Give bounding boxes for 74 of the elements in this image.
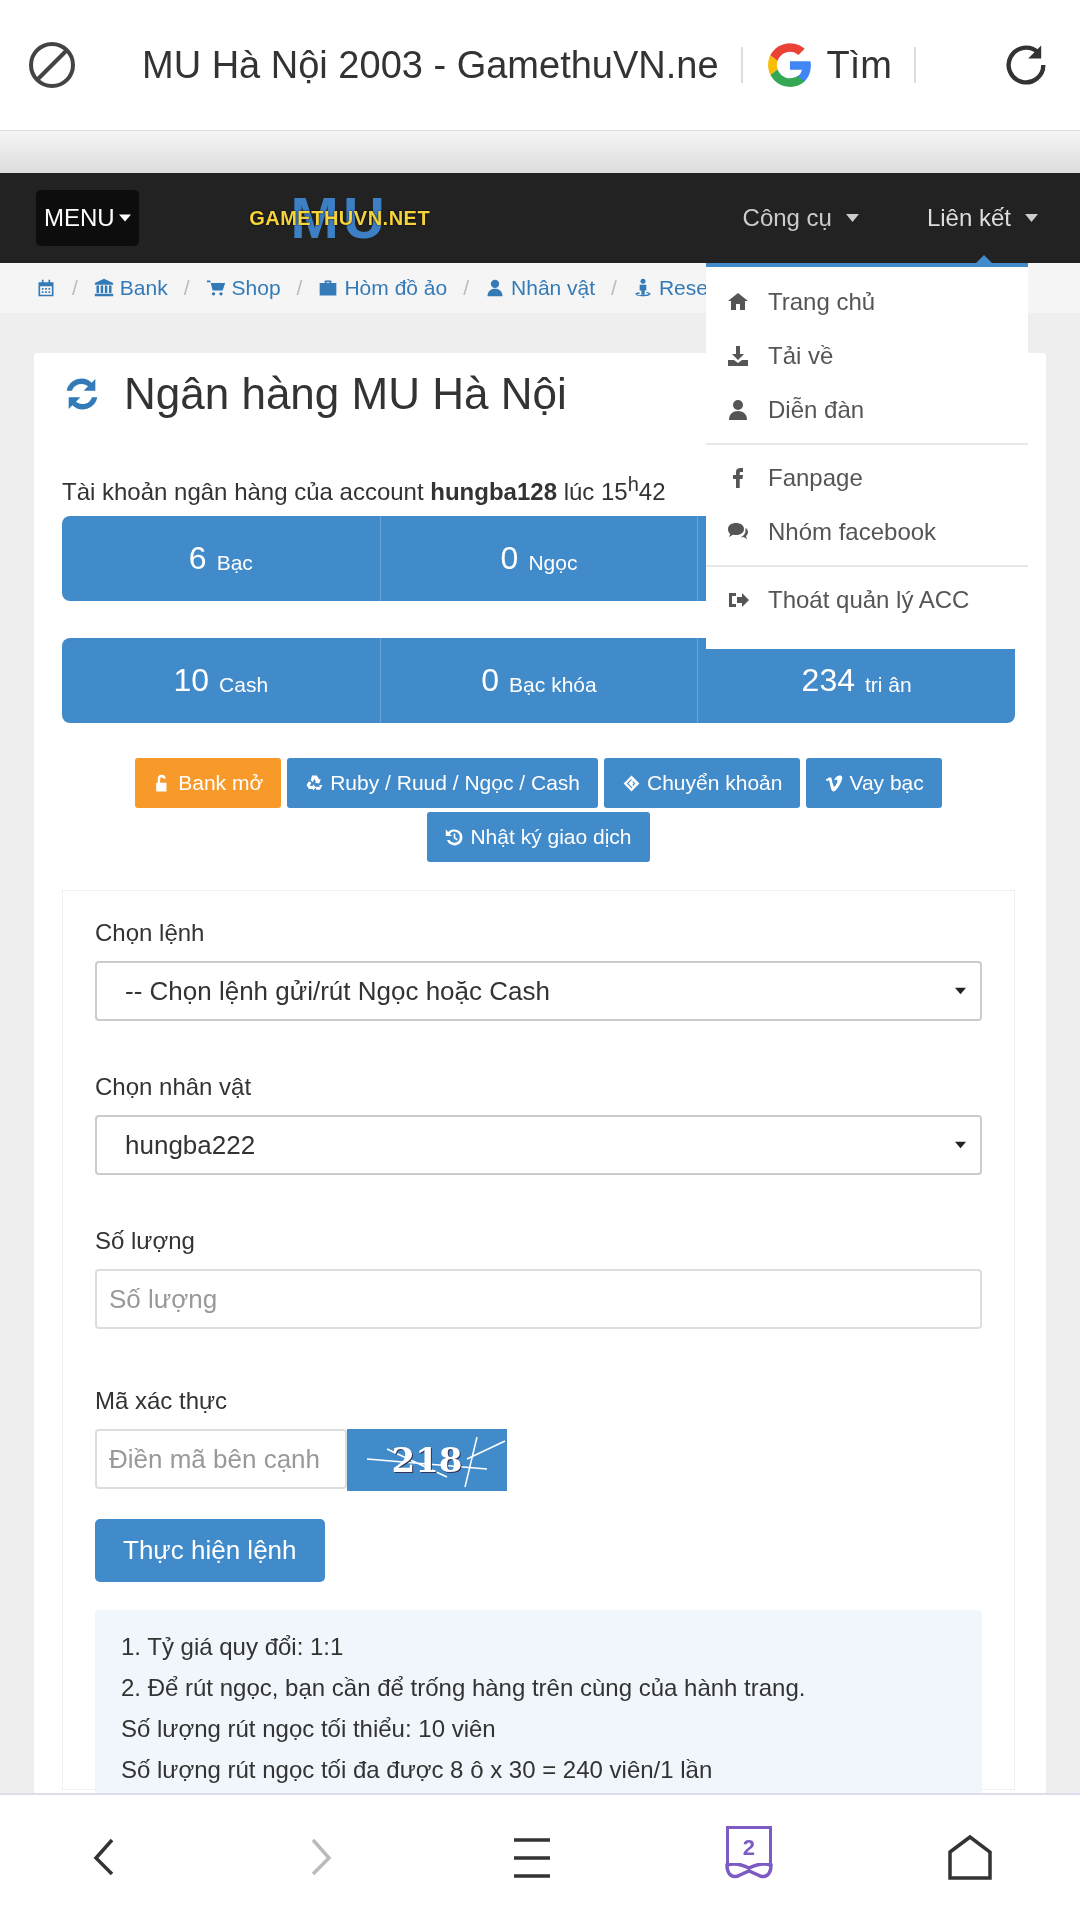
breadcrumb-separator: / — [183, 276, 190, 300]
captcha-field[interactable]: Điền mã bên cạnh — [95, 1429, 347, 1489]
dropdown-item[interactable]: Tải về — [706, 329, 1028, 383]
breadcrumb-separator: / — [611, 276, 617, 300]
briefcase-icon[interactable] — [318, 278, 339, 298]
caret-icon — [955, 987, 966, 995]
balance-unit: Bạc — [216, 549, 253, 575]
cart-icon[interactable] — [205, 278, 226, 298]
bank-icon[interactable] — [93, 278, 114, 298]
dropdown-item-label[interactable]: Thoát quản lý ACC — [768, 586, 970, 614]
balance-value: 10 — [173, 662, 210, 699]
balance-unit: Bạc khóa — [509, 671, 597, 697]
dropdown-item-label[interactable]: Tải về — [768, 342, 834, 370]
dropdown-item[interactable]: Thoát quản lý ACC — [706, 573, 1028, 627]
action-button[interactable]: Nhật ký giao dịch — [427, 812, 650, 862]
breadcrumb-link[interactable]: Bank — [119, 276, 168, 300]
breadcrumb-separator: / — [72, 276, 78, 300]
caret-icon — [845, 214, 859, 222]
breadcrumb-link[interactable]: Shop — [231, 276, 281, 300]
exchange-icon — [622, 773, 641, 793]
search-button[interactable]: Tìm — [826, 43, 893, 87]
input-field[interactable]: Số lượng — [95, 1269, 982, 1329]
select-field[interactable]: -- Chọn lệnh gửi/rút Ngọc hoặc Cash — [95, 961, 982, 1021]
caret-icon — [118, 214, 131, 222]
dropdown-item-label[interactable]: Nhóm facebook — [768, 518, 937, 546]
vimeo-icon — [824, 773, 844, 793]
dropdown-item-label[interactable]: Fanpage — [768, 464, 863, 492]
recycle-icon — [305, 773, 325, 793]
breadcrumb-link[interactable]: Rese — [658, 276, 708, 300]
dropdown-item[interactable]: Fanpage — [706, 451, 1028, 505]
breadcrumb-link[interactable]: Nhân vật — [511, 276, 596, 300]
field-label: Chọn lệnh — [95, 919, 206, 947]
balance-unit: tri ân — [865, 671, 912, 697]
dropdown-item-label[interactable]: Diễn đàn — [768, 396, 865, 424]
dropdown-item-label[interactable]: Trang chủ — [768, 288, 876, 316]
page-heading: Ngân hàng MU Hà Nội — [124, 369, 567, 419]
user-icon — [726, 398, 750, 422]
nav-menu-item[interactable]: Công cụ — [742, 204, 859, 232]
info-text: Số lượng rút ngọc tối thiểu: 10 viên — [121, 1714, 497, 1744]
caret-icon — [955, 1141, 966, 1149]
select-field[interactable]: hungba222 — [95, 1115, 982, 1175]
caret-icon — [1025, 214, 1038, 222]
balance-value: 0 — [481, 662, 500, 699]
field-label: Chọn nhân vật — [95, 1073, 253, 1101]
info-text: 2. Để rút ngọc, bạn cần để trống hàng trên cùng của hành trang. — [121, 1673, 807, 1703]
info-text: 1. Tỷ giá quy đổi: 1:1 — [121, 1632, 345, 1662]
balance-unit: Ngọc — [528, 549, 578, 575]
field-label: Số lượng — [95, 1227, 196, 1255]
page-title[interactable]: MU Hà Nội 2003 - GamethuVN.ne — [142, 43, 719, 87]
action-button[interactable]: Vay bạc — [806, 758, 942, 808]
mask-icon — [724, 1862, 773, 1881]
balance-unit: Cash — [219, 671, 269, 697]
download-icon — [726, 344, 750, 368]
home-icon[interactable] — [945, 1833, 994, 1882]
action-button[interactable]: Ruby / Ruud / Ngọc / Cash — [287, 758, 598, 808]
no-ads-icon[interactable] — [28, 41, 76, 89]
dropdown-item[interactable]: Diễn đàn — [706, 383, 1028, 437]
account-info-text: Tài khoản ngân hàng của account hungba128 lúc 15$^{h}$42 — [62, 473, 666, 506]
submit-button[interactable]: Thực hiện lệnh — [95, 1519, 325, 1582]
breadcrumb-separator: / — [463, 276, 470, 300]
balance-value: 0 — [500, 540, 519, 577]
balance-value: 6 — [188, 540, 207, 577]
history-icon — [445, 827, 465, 847]
dropdown-item[interactable]: Nhóm facebook — [706, 505, 1028, 559]
nav-menu-item[interactable]: Liên kết — [926, 204, 1038, 232]
field-label: Mã xác thực — [95, 1387, 229, 1415]
menu-button[interactable]: MENU — [36, 190, 139, 246]
info-text: Số lượng rút ngọc tối đa được 8 ô x 30 = 240 viên/1 lần — [121, 1755, 714, 1785]
calendar-icon[interactable] — [36, 278, 56, 298]
balance-value: 234 — [801, 662, 855, 699]
dropdown-item[interactable]: Trang chủ — [706, 275, 1028, 329]
breadcrumb-separator: / — [296, 276, 303, 300]
breadcrumb-link[interactable]: Hòm đồ ảo — [344, 276, 448, 300]
action-button[interactable]: Chuyển khoản — [604, 758, 801, 808]
